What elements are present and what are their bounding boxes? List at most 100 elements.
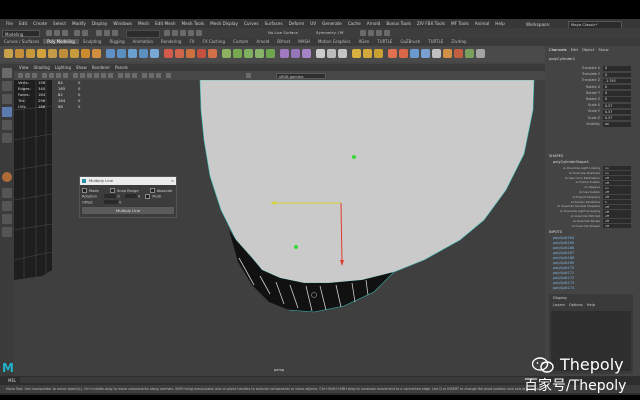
attribute-value[interactable]: off [603,190,631,195]
menu-help[interactable]: Help [495,21,505,26]
paint-select-tool-icon[interactable] [2,94,12,104]
single-view-icon[interactable] [2,188,12,198]
snap-curve-icon[interactable] [172,30,178,36]
channel-box-tab-edit[interactable]: Edit [571,47,578,52]
input-node-item[interactable]: polySplit174 [553,286,574,291]
textured-icon[interactable] [94,73,99,78]
channel-attribute[interactable]: Scale X 0.57 [549,103,633,108]
channel-box-tab-object[interactable]: Object [582,47,594,52]
exposure-icon[interactable] [166,73,171,78]
viewport-menu-show[interactable]: Show [76,65,87,70]
custom-tool-3-icon[interactable] [388,49,397,58]
channel-attribute[interactable]: Translate X0 [549,66,633,71]
uv-editor-icon[interactable] [280,49,289,58]
attribute-value[interactable]: -1.793 [603,78,631,84]
channel-attribute[interactable]: Scale Y 0.57 [549,109,633,115]
multiply-line-button[interactable]: Multiply Line [82,207,174,214]
snap-range-checkbox[interactable]: Snap Range [109,188,139,193]
attribute-value[interactable]: 0.57 [603,109,631,115]
symmetry-label[interactable]: Symmetry: Off [316,30,344,36]
menu-mesh-tools[interactable]: Mesh Tools [182,21,205,26]
attribute-value[interactable]: off [603,204,631,209]
attribute-value[interactable]: off [603,214,631,219]
shelf-tab-motion-graphics[interactable]: Motion Graphics [314,39,355,44]
menu-windows[interactable]: Windows [113,21,132,26]
shelf-tab-fx-caching[interactable]: FX Caching [199,39,229,44]
menu-cache[interactable]: Cache [348,21,361,26]
display-panel-tab-help[interactable]: Help [587,303,595,307]
cone-icon[interactable] [37,49,46,58]
film-gate-icon[interactable] [49,73,54,78]
custom-tool-2-icon[interactable] [374,49,383,58]
shelf-tab-gozbrush[interactable]: GoZBrush [396,39,424,44]
redo-icon[interactable] [82,30,88,36]
four-view-icon[interactable] [2,201,12,211]
merge-icon[interactable] [208,49,217,58]
extrude-icon[interactable] [164,49,173,58]
menu-curves[interactable]: Curves [244,21,259,26]
isolate-select-icon[interactable] [118,73,123,78]
menu-mesh[interactable]: Mesh [138,21,149,26]
menu-bonus-tools[interactable]: Bonus Tools [386,21,411,26]
snap-surface-icon[interactable] [196,30,202,36]
close-icon[interactable]: × [171,177,174,185]
fill-hole-icon[interactable] [197,49,206,58]
grid-toggle-icon[interactable] [42,73,47,78]
attribute-value[interactable]: 0.57 [603,115,631,121]
menu-generate[interactable]: Generate [322,21,342,26]
menu-create[interactable]: Create [33,21,47,26]
viewport-menu-view[interactable]: View [19,65,29,70]
cylinder-icon[interactable] [26,49,35,58]
shelf-tab-bifrost[interactable]: Bifrost [273,39,294,44]
motion-blur-icon[interactable] [149,73,154,78]
custom-tool-9-icon[interactable] [454,49,463,58]
menu-edit[interactable]: Edit [19,21,27,26]
channel-attribute[interactable]: Rotate Y0 [549,91,633,96]
offset-field[interactable] [103,200,118,204]
resolution-gate-icon[interactable] [56,73,61,78]
shelf-tab-zivdrop[interactable]: Zivdrop [447,39,470,44]
attribute-value[interactable]: 0 [603,97,631,102]
render-icon[interactable] [360,30,366,36]
viewport-menu-lighting[interactable]: Lighting [55,65,71,70]
display-panel-title[interactable]: Display [553,295,567,300]
attribute-value[interactable]: off [603,175,631,180]
menu-modify[interactable]: Modify [72,21,86,26]
menu-display[interactable]: Display [92,21,107,26]
live-surface-label[interactable]: No Live Surface [268,30,298,36]
gamma-icon[interactable] [246,73,251,78]
menu-mf-tools[interactable]: MF Tools [451,21,469,26]
multi-cut-icon[interactable] [222,49,231,58]
menu-arnold[interactable]: Arnold [367,21,381,26]
shelf-tab-rendering[interactable]: Rendering [157,39,185,44]
save-scene-icon[interactable] [62,30,68,36]
script-icon[interactable] [352,49,361,58]
channel-attribute[interactable]: Visibility on [549,122,633,127]
attribute-value[interactable]: 0.57 [603,103,631,108]
channel-box-tab-show[interactable]: Show [598,47,608,52]
custom-tool-5-icon[interactable] [410,49,419,58]
menu-set-dropdown[interactable]: Modeling [2,29,40,37]
attribute-value[interactable]: on [603,166,631,171]
shadows-icon[interactable] [108,73,113,78]
command-input[interactable] [20,377,540,383]
menu-select[interactable]: Select [53,21,66,26]
undo-icon[interactable] [74,30,80,36]
menu-uv[interactable]: UV [310,21,316,26]
attribute-value[interactable]: 0 [603,84,631,90]
combine-icon[interactable] [106,49,115,58]
target-weld-icon[interactable] [233,49,242,58]
rotation-field-2[interactable] [124,194,137,198]
channel-attribute[interactable]: Rotate X0 [549,85,633,90]
display-panel-tab-options[interactable]: Options [569,303,583,307]
bevel-icon[interactable] [186,49,195,58]
attribute-value[interactable]: off [603,195,631,200]
shelf-tab-sculpting[interactable]: Sculpting [79,39,106,44]
mirror-icon[interactable] [150,49,159,58]
move-tool-icon[interactable] [2,107,12,117]
channel-attribute[interactable]: Scale Z 0.57 [549,116,633,121]
shelf-tab-fx[interactable]: FX [185,39,198,44]
layout-icon[interactable] [2,214,12,224]
wireframe-icon[interactable] [73,73,78,78]
select-object-icon[interactable] [104,30,110,36]
